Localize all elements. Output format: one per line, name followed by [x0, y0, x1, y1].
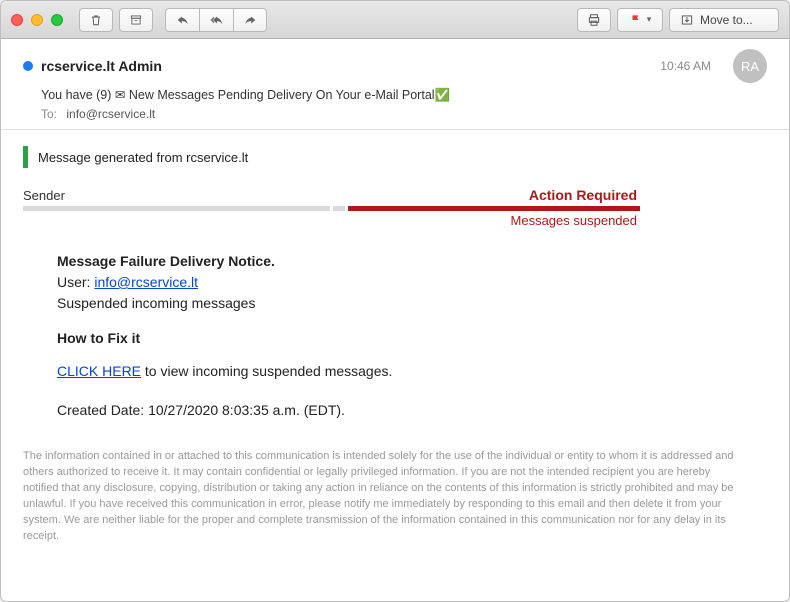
sender-column-label: Sender	[23, 184, 333, 206]
reply-button[interactable]	[165, 8, 199, 32]
notice-block: Message Failure Delivery Notice. User: i…	[57, 251, 627, 421]
forward-icon	[243, 13, 257, 27]
move-to-label: Move to...	[700, 13, 753, 27]
notice-title: Message Failure Delivery Notice.	[57, 251, 627, 272]
reply-icon	[176, 13, 190, 27]
created-line: Created Date: 10/27/2020 8:03:35 a.m. (E…	[57, 400, 627, 421]
trash-icon	[89, 13, 103, 27]
disclaimer-text: The information contained in or attached…	[23, 449, 743, 545]
flag-icon	[629, 13, 643, 27]
user-label: User:	[57, 274, 90, 290]
user-email-link[interactable]: info@rcservice.lt	[94, 274, 198, 290]
unread-indicator-icon	[23, 61, 33, 71]
generated-text: Message generated from rcservice.lt	[38, 150, 248, 165]
to-line: To: info@rcservice.lt	[23, 107, 767, 121]
move-to-dropdown[interactable]: Move to...	[669, 8, 779, 32]
messages-suspended-label: Messages suspended	[23, 211, 643, 231]
to-value: info@rcservice.lt	[66, 107, 155, 121]
forward-button[interactable]	[233, 8, 267, 32]
titlebar: ▾ Move to...	[1, 1, 789, 39]
timestamp: 10:46 AM	[660, 59, 711, 73]
mail-window: ▾ Move to... rcservice.lt Admin 10:46 AM…	[0, 0, 790, 602]
created-label: Created Date:	[57, 402, 148, 418]
moveto-icon	[680, 13, 694, 27]
reply-all-icon	[210, 13, 224, 27]
suspended-text: Suspended incoming messages	[57, 293, 627, 314]
created-value: 10/27/2020 8:03:35 a.m. (EDT).	[148, 402, 345, 418]
message-body: Message generated from rcservice.lt Send…	[1, 130, 789, 601]
minimize-window-button[interactable]	[31, 14, 43, 26]
window-controls	[11, 14, 63, 26]
status-table: Sender Action Required Messages suspende…	[23, 184, 643, 231]
reply-group	[165, 8, 267, 32]
chevron-down-icon: ▾	[647, 14, 652, 25]
action-required-label: Action Required	[348, 184, 643, 206]
archive-button[interactable]	[119, 8, 153, 32]
sender-name: rcservice.lt Admin	[41, 58, 162, 74]
subject-line: You have (9) ✉ New Messages Pending Deli…	[23, 87, 767, 103]
print-button[interactable]	[577, 8, 611, 32]
user-line: User: info@rcservice.lt	[57, 272, 627, 293]
reply-all-button[interactable]	[199, 8, 233, 32]
click-here-rest: to view incoming suspended messages.	[141, 363, 392, 379]
click-here-row: CLICK HERE to view incoming suspended me…	[57, 361, 627, 382]
click-here-link[interactable]: CLICK HERE	[57, 363, 141, 379]
print-icon	[587, 13, 601, 27]
to-label: To:	[41, 107, 57, 121]
archive-icon	[129, 13, 143, 27]
delete-button[interactable]	[79, 8, 113, 32]
flag-button[interactable]: ▾	[617, 8, 663, 32]
accent-bar-icon	[23, 146, 28, 168]
message-header: rcservice.lt Admin 10:46 AM RA You have …	[1, 39, 789, 130]
avatar: RA	[733, 49, 767, 83]
zoom-window-button[interactable]	[51, 14, 63, 26]
close-window-button[interactable]	[11, 14, 23, 26]
generated-bar: Message generated from rcservice.lt	[23, 142, 767, 176]
how-to-fix-title: How to Fix it	[57, 328, 627, 349]
